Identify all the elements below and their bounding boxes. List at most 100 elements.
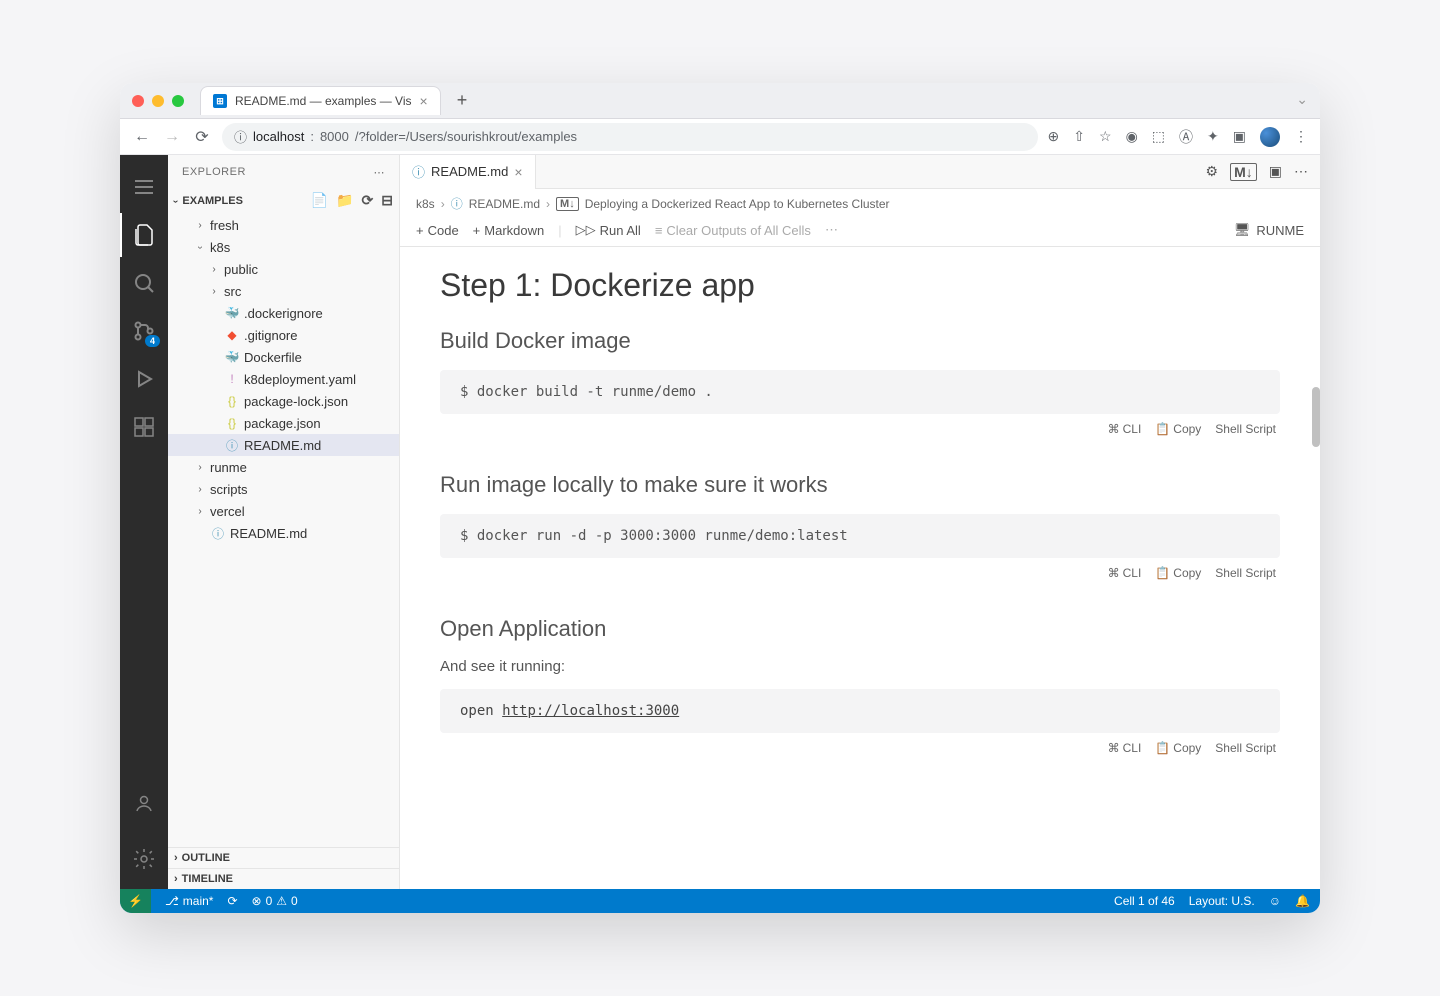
code-cell-1[interactable]: $ docker build -t runme/demo . xyxy=(440,370,1280,414)
site-info-icon[interactable]: ⓘ xyxy=(234,127,247,146)
crumb-folder[interactable]: k8s xyxy=(416,197,435,211)
new-file-icon[interactable]: 📄 xyxy=(311,192,328,209)
remote-button[interactable]: ⚡ xyxy=(120,889,151,913)
shell-script-label[interactable]: Shell Script xyxy=(1215,741,1276,755)
share-icon[interactable]: ⇧ xyxy=(1073,128,1085,145)
ext-icon-2[interactable]: ⬚ xyxy=(1152,128,1165,145)
plus-icon: + xyxy=(416,223,424,238)
tree-folder-src[interactable]: ›src xyxy=(168,280,399,302)
scrollbar-thumb[interactable] xyxy=(1312,387,1320,447)
browser-window: ⌄ ⊞ README.md — examples — Vis × + ← → ⟳… xyxy=(120,83,1320,913)
chevron-down-icon[interactable]: ⌄ xyxy=(1296,91,1308,108)
sidebar-more-icon[interactable]: ⋯ xyxy=(374,166,386,179)
tree-folder-fresh[interactable]: ›fresh xyxy=(168,214,399,236)
tree-file-gitignore[interactable]: ◆.gitignore xyxy=(168,324,399,346)
paragraph-running: And see it running: xyxy=(440,658,1280,675)
explorer-section-header[interactable]: › EXAMPLES 📄 📁 ⟳ ⊟ xyxy=(168,189,399,212)
menu-icon[interactable] xyxy=(120,165,168,209)
bookmark-icon[interactable]: ☆ xyxy=(1099,128,1112,145)
markdown-badge[interactable]: M↓ xyxy=(1230,163,1257,181)
source-control-icon[interactable]: 4 xyxy=(120,309,168,353)
kernel-icon: 🖥 xyxy=(1234,222,1251,238)
tree-folder-k8s[interactable]: ›k8s xyxy=(168,236,399,258)
editor-tab-readme[interactable]: ⓘ README.md × xyxy=(400,155,536,189)
close-window-button[interactable] xyxy=(132,95,144,107)
sync-button[interactable]: ⟳ xyxy=(227,894,237,908)
code-cell-3[interactable]: open http://localhost:3000 xyxy=(440,689,1280,733)
cell-position[interactable]: Cell 1 of 46 xyxy=(1114,894,1175,908)
panel-icon[interactable]: ▣ xyxy=(1233,128,1246,145)
heading-run: Run image locally to make sure it works xyxy=(440,472,1280,498)
feedback-icon[interactable]: ☺ xyxy=(1269,894,1281,908)
zoom-icon[interactable]: ⊕ xyxy=(1048,128,1060,145)
crumb-file[interactable]: README.md xyxy=(469,197,540,211)
search-icon[interactable] xyxy=(120,261,168,305)
tree-folder-public[interactable]: ›public xyxy=(168,258,399,280)
add-markdown-button[interactable]: +Markdown xyxy=(473,223,545,238)
explorer-icon[interactable] xyxy=(120,213,168,257)
tree-folder-runme[interactable]: ›runme xyxy=(168,456,399,478)
shell-script-label[interactable]: Shell Script xyxy=(1215,566,1276,580)
split-editor-icon[interactable]: ▣ xyxy=(1269,163,1282,180)
breadcrumb[interactable]: k8s › ⓘ README.md › M↓ Deploying a Docke… xyxy=(400,189,1320,218)
problems-status[interactable]: ⊗0 ⚠0 xyxy=(252,894,298,908)
minimize-window-button[interactable] xyxy=(152,95,164,107)
keyboard-layout[interactable]: Layout: U.S. xyxy=(1189,894,1255,908)
shell-script-label[interactable]: Shell Script xyxy=(1215,422,1276,436)
cli-button[interactable]: ⌘ CLI xyxy=(1108,741,1142,755)
tree-file-k8dep[interactable]: !k8deployment.yaml xyxy=(168,368,399,390)
close-tab-icon[interactable]: × xyxy=(420,93,428,109)
new-tab-button[interactable]: + xyxy=(449,90,476,111)
crumb-heading[interactable]: Deploying a Dockerized React App to Kube… xyxy=(585,197,890,211)
cell-toolbar-2: ⌘ CLI 📋 Copy Shell Script xyxy=(440,562,1280,596)
new-folder-icon[interactable]: 📁 xyxy=(336,192,353,209)
runme-kernel-button[interactable]: 🖥RUNME xyxy=(1234,222,1304,238)
account-icon[interactable] xyxy=(120,781,168,825)
browser-tab[interactable]: ⊞ README.md — examples — Vis × xyxy=(200,86,441,115)
forward-button[interactable]: → xyxy=(162,128,182,146)
code-cell-2[interactable]: $ docker run -d -p 3000:3000 runme/demo:… xyxy=(440,514,1280,558)
run-all-button[interactable]: ▷▷Run All xyxy=(576,222,641,238)
branch-status[interactable]: ⎇main* xyxy=(165,894,214,908)
toolbar-more-icon[interactable]: ⋯ xyxy=(825,222,838,238)
tree-file-dockerfile[interactable]: 🐳Dockerfile xyxy=(168,346,399,368)
more-actions-icon[interactable]: ⋯ xyxy=(1294,163,1308,180)
back-button[interactable]: ← xyxy=(132,128,152,146)
copy-button[interactable]: 📋 Copy xyxy=(1155,741,1201,755)
tree-file-pkglock[interactable]: {}package-lock.json xyxy=(168,390,399,412)
tree-folder-vercel[interactable]: ›vercel xyxy=(168,500,399,522)
maximize-window-button[interactable] xyxy=(172,95,184,107)
refresh-icon[interactable]: ⟳ xyxy=(362,192,374,209)
tree-file-readme-root[interactable]: ⓘREADME.md xyxy=(168,522,399,544)
settings-gear-icon[interactable] xyxy=(120,837,168,881)
debug-icon[interactable] xyxy=(120,357,168,401)
timeline-section[interactable]: ›TIMELINE xyxy=(168,868,399,889)
notifications-icon[interactable]: 🔔 xyxy=(1295,894,1310,908)
ext-icon-3[interactable]: Ⓐ xyxy=(1179,127,1193,147)
chrome-menu-icon[interactable]: ⋮ xyxy=(1294,128,1308,145)
copy-button[interactable]: 📋 Copy xyxy=(1155,566,1201,580)
add-code-button[interactable]: +Code xyxy=(416,223,459,238)
reload-button[interactable]: ⟳ xyxy=(192,127,212,147)
markdown-badge: M↓ xyxy=(556,197,579,211)
outline-section[interactable]: ›OUTLINE xyxy=(168,847,399,868)
cli-button[interactable]: ⌘ CLI xyxy=(1108,422,1142,436)
address-bar[interactable]: ⓘ localhost:8000/?folder=/Users/sourishk… xyxy=(222,123,1038,151)
tree-folder-scripts[interactable]: ›scripts xyxy=(168,478,399,500)
extensions-icon[interactable]: ✦ xyxy=(1207,128,1219,145)
info-icon: ⓘ xyxy=(210,525,226,541)
tree-file-dockerignore[interactable]: 🐳.dockerignore xyxy=(168,302,399,324)
clear-outputs-button[interactable]: ≡Clear Outputs of All Cells xyxy=(655,223,811,238)
tree-file-readme[interactable]: ⓘREADME.md xyxy=(168,434,399,456)
cli-button[interactable]: ⌘ CLI xyxy=(1108,566,1142,580)
copy-button[interactable]: 📋 Copy xyxy=(1155,422,1201,436)
close-editor-tab-icon[interactable]: × xyxy=(514,164,522,180)
extensions-view-icon[interactable] xyxy=(120,405,168,449)
settings-icon[interactable]: ⚙ xyxy=(1206,163,1219,180)
ext-icon-1[interactable]: ◉ xyxy=(1126,128,1138,145)
url-path: /?folder=/Users/sourishkrout/examples xyxy=(355,129,577,144)
collapse-all-icon[interactable]: ⊟ xyxy=(381,192,393,209)
tree-file-pkg[interactable]: {}package.json xyxy=(168,412,399,434)
sidebar-header: EXPLORER ⋯ xyxy=(168,155,399,189)
profile-avatar[interactable] xyxy=(1260,127,1280,147)
